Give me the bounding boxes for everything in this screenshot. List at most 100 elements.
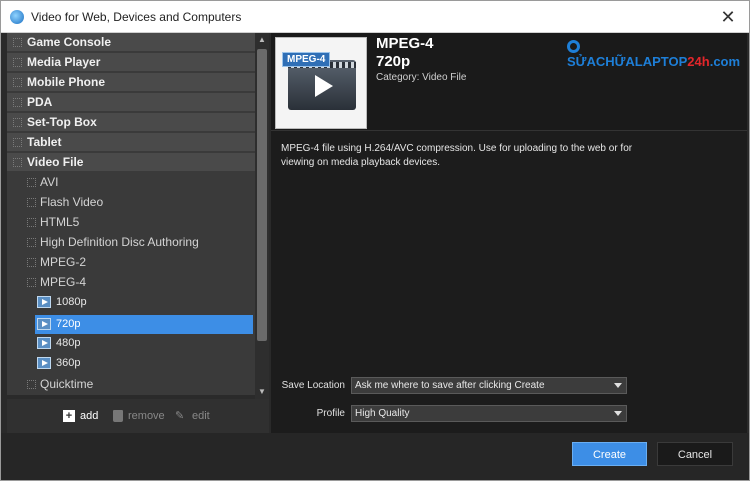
- window-title: Video for Web, Devices and Computers: [31, 10, 242, 24]
- collapse-icon[interactable]: [13, 158, 22, 167]
- tree-category-label: Tablet: [27, 135, 62, 149]
- format-title: MPEG-4: [376, 35, 434, 52]
- preset-label: 1080p: [56, 296, 87, 308]
- tree-item-label: HTML5: [40, 215, 80, 229]
- film-icon: [288, 60, 356, 110]
- tree-item-label: MPEG-2: [40, 255, 87, 269]
- app-globe-icon: [10, 10, 24, 24]
- title-bar: Video for Web, Devices and Computers ✕: [1, 1, 749, 33]
- format-tag: MPEG-4: [282, 52, 331, 67]
- tree-item-hd-disc-authoring[interactable]: High Definition Disc Authoring: [7, 233, 255, 252]
- create-button[interactable]: Create: [572, 442, 647, 466]
- pencil-icon: ✎: [175, 410, 185, 423]
- scrollbar-thumb[interactable]: [257, 49, 267, 341]
- save-location-label: Save Location: [281, 380, 345, 391]
- expand-icon[interactable]: [27, 218, 36, 227]
- tree-item-html5[interactable]: HTML5: [7, 213, 255, 232]
- tree-item-quicktime[interactable]: Quicktime: [7, 375, 255, 394]
- scroll-up-icon[interactable]: ▲: [255, 33, 269, 47]
- save-location-select[interactable]: Ask me where to save after clicking Crea…: [351, 377, 627, 394]
- save-location-value: Ask me where to save after clicking Crea…: [355, 380, 545, 391]
- tree-category-game-console[interactable]: Game Console: [7, 33, 255, 52]
- tree-scrollbar[interactable]: ▲ ▼: [255, 33, 269, 399]
- video-preset-icon: [37, 337, 51, 349]
- expand-icon[interactable]: [27, 178, 36, 187]
- tree-category-label: Media Player: [27, 55, 101, 69]
- profile-label: Profile: [316, 408, 345, 419]
- add-preset-button[interactable]: + add: [63, 409, 98, 423]
- remove-preset-button[interactable]: remove: [113, 409, 165, 423]
- watermark-text: SỬACHỮALAPTOP: [567, 54, 688, 69]
- profile-value: High Quality: [355, 408, 410, 419]
- edit-preset-button[interactable]: ✎ edit: [175, 409, 210, 423]
- video-preset-icon: [37, 318, 51, 330]
- expand-icon[interactable]: [27, 238, 36, 247]
- edit-label: edit: [192, 410, 210, 422]
- tree-item-avi[interactable]: AVI: [7, 173, 255, 192]
- profile-select[interactable]: High Quality: [351, 405, 627, 422]
- video-preset-icon: [37, 357, 51, 369]
- watermark-text-tail: .com: [709, 54, 741, 69]
- preset-480p[interactable]: 480p: [7, 334, 255, 353]
- remove-label: remove: [128, 410, 165, 422]
- format-category: Category: Video File: [376, 72, 467, 83]
- preset-header: MPEG-4 MPEG-4 720p Category: Video File …: [271, 33, 747, 131]
- format-description: MPEG-4 file using H.264/AVC compression.…: [281, 142, 661, 170]
- format-resolution: 720p: [376, 53, 411, 70]
- tree-category-video-file[interactable]: Video File: [7, 153, 255, 172]
- tree-category-tablet[interactable]: Tablet: [7, 133, 255, 152]
- preset-toolbar: + add remove ✎ edit: [7, 399, 269, 433]
- watermark-text-red: 24h: [687, 54, 710, 69]
- watermark-logo: SỬACHỮALAPTOP24h.com: [567, 39, 747, 69]
- preset-720p[interactable]: 720p: [35, 315, 253, 334]
- trash-icon: [113, 410, 123, 423]
- description-line: viewing on media playback devices.: [281, 157, 440, 168]
- tree-category-label: Video File: [27, 155, 84, 169]
- tree-category-pda[interactable]: PDA: [7, 93, 255, 112]
- close-icon[interactable]: ✕: [717, 6, 739, 28]
- expand-icon[interactable]: [13, 78, 22, 87]
- preset-1080p[interactable]: 1080p: [7, 293, 255, 312]
- expand-icon[interactable]: [27, 380, 36, 389]
- cancel-button[interactable]: Cancel: [657, 442, 733, 466]
- preset-label: 360p: [56, 357, 81, 369]
- expand-icon[interactable]: [13, 138, 22, 147]
- chevron-down-icon: [614, 383, 622, 388]
- collapse-icon[interactable]: [27, 278, 36, 287]
- tree-item-label: High Definition Disc Authoring: [40, 235, 199, 249]
- preset-360p[interactable]: 360p: [7, 354, 255, 373]
- tree-category-set-top-box[interactable]: Set-Top Box: [7, 113, 255, 132]
- format-thumbnail: MPEG-4: [275, 37, 367, 129]
- chevron-down-icon: [614, 411, 622, 416]
- expand-icon[interactable]: [13, 98, 22, 107]
- tree-item-mpeg-4[interactable]: MPEG-4: [7, 273, 255, 292]
- tree-item-flash-video[interactable]: Flash Video: [7, 193, 255, 212]
- tree-category-media-player[interactable]: Media Player: [7, 53, 255, 72]
- plus-icon: +: [63, 410, 75, 423]
- preset-label: 720p: [56, 318, 81, 330]
- play-icon: [315, 75, 333, 97]
- tree-category-label: Mobile Phone: [27, 75, 105, 89]
- add-label: add: [80, 410, 99, 422]
- tree-item-label: Flash Video: [40, 195, 104, 209]
- tree-category-label: PDA: [27, 95, 53, 109]
- preset-label: 480p: [56, 337, 81, 349]
- preset-details: MPEG-4 MPEG-4 720p Category: Video File …: [271, 33, 747, 433]
- tree-item-mpeg-2[interactable]: MPEG-2: [7, 253, 255, 272]
- dialog-footer: Create Cancel: [1, 433, 749, 480]
- expand-icon[interactable]: [27, 258, 36, 267]
- tree-item-label: AVI: [40, 175, 59, 189]
- dialog-window: Video for Web, Devices and Computers ✕ G…: [0, 0, 750, 481]
- tree-category-label: Game Console: [27, 35, 112, 49]
- expand-icon[interactable]: [27, 198, 36, 207]
- expand-icon[interactable]: [13, 38, 22, 47]
- gear-icon: [567, 40, 580, 53]
- scroll-down-icon[interactable]: ▼: [255, 385, 269, 399]
- tree-category-label: Set-Top Box: [27, 115, 97, 129]
- expand-icon[interactable]: [13, 118, 22, 127]
- expand-icon[interactable]: [13, 58, 22, 67]
- tree-item-label: Quicktime: [40, 377, 94, 391]
- tree-category-mobile-phone[interactable]: Mobile Phone: [7, 73, 255, 92]
- video-preset-icon: [37, 296, 51, 308]
- tree-item-label: MPEG-4: [40, 275, 87, 289]
